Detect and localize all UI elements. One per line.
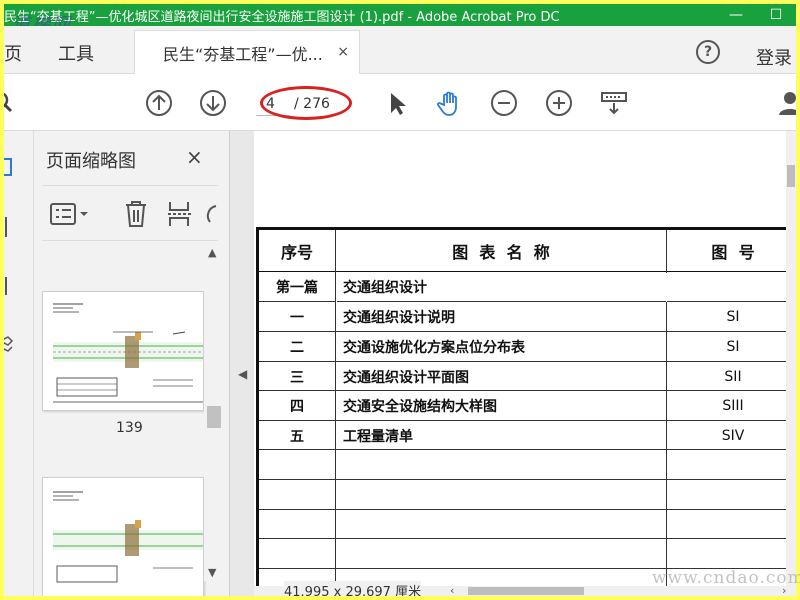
scrollbar-thumb[interactable] <box>207 406 221 428</box>
scrollbar-thumb[interactable] <box>468 587 584 595</box>
pdf-page: 序号 图 表 名 称 图 号 第一篇 交通组织设计 一 交通组织设计说明 SI … <box>254 131 796 590</box>
tab-document-label: 民生“夯基工程”—优... <box>163 44 323 64</box>
rotate-icon[interactable] <box>204 200 218 228</box>
navigation-strip <box>4 131 34 596</box>
row-name: 交通组织设计说明 <box>343 310 455 326</box>
hand-tool-icon[interactable] <box>436 89 464 117</box>
help-icon[interactable]: ? <box>696 40 720 64</box>
row-index: 五 <box>290 428 304 445</box>
window-title: 民生“夯基工程”—优化城区道路夜间出行安全设施施工图设计 (1).pdf - A… <box>4 9 560 25</box>
extract-pages-icon[interactable] <box>166 198 194 230</box>
layers-icon[interactable] <box>4 335 14 357</box>
minimize-button[interactable]: — <box>716 7 756 23</box>
page-nav-icon[interactable] <box>4 215 14 239</box>
attachment-icon[interactable] <box>4 275 14 297</box>
table-row-empty <box>259 540 796 569</box>
table-row-empty <box>259 481 796 510</box>
scroll-right-icon[interactable]: › <box>782 584 786 596</box>
tab-tools[interactable]: 工具 <box>58 40 94 66</box>
maximize-button[interactable]: ☐ <box>756 7 796 23</box>
table-row: 一 交通组织设计说明 SI <box>259 303 796 332</box>
previous-page-icon[interactable] <box>145 89 173 117</box>
scroll-mode-icon[interactable] <box>600 89 628 117</box>
thumbnail-options-icon[interactable] <box>48 200 92 228</box>
row-code: SIII <box>722 398 744 414</box>
row-code: SI <box>726 339 740 355</box>
panel-splitter[interactable]: ◀ <box>230 131 254 596</box>
select-cursor-icon[interactable] <box>384 89 412 117</box>
row-index: 三 <box>290 369 304 386</box>
row-name: 工程量清单 <box>343 428 413 445</box>
header-code: 图 号 <box>711 242 755 262</box>
thumbnail-drawing <box>53 303 203 403</box>
section-name: 交通组织设计 <box>343 280 427 296</box>
scrollbar-thumb[interactable] <box>787 165 795 187</box>
zoom-out-icon[interactable] <box>490 89 518 117</box>
search-icon[interactable] <box>4 89 20 117</box>
scroll-left-icon[interactable]: ‹ <box>450 584 454 596</box>
table-row-empty <box>259 511 796 539</box>
page-size-label: 41.995 x 29.697 厘米 <box>284 581 422 596</box>
zoom-in-icon[interactable] <box>545 89 573 117</box>
table-row: 三 交通组织设计平面图 SII <box>259 363 796 391</box>
table-row-empty <box>259 451 796 480</box>
next-page-icon[interactable] <box>199 89 227 117</box>
scroll-up-icon[interactable]: ▲ <box>208 246 216 259</box>
account-icon[interactable] <box>776 89 796 117</box>
tab-document[interactable]: 民生“夯基工程”—优... × <box>134 30 360 74</box>
row-code: SI <box>726 309 740 325</box>
thumbnail-page-139[interactable] <box>42 291 204 411</box>
row-name: 交通组织设计平面图 <box>343 369 469 386</box>
delete-icon[interactable] <box>122 198 150 230</box>
row-index: 四 <box>290 399 304 415</box>
thumbnail-scrollbar[interactable]: ▲ ▼ <box>204 246 224 581</box>
section-index: 第一篇 <box>276 280 318 296</box>
table-row: 五 工程量清单 SIV <box>259 422 796 450</box>
page-thumbnails-panel: 页面缩略图 × 139 ▲ ▼ <box>34 131 230 596</box>
red-annotation-ellipse <box>260 86 352 120</box>
close-tab-icon[interactable]: × <box>337 44 349 60</box>
row-name: 交通设施优化方案点位分布表 <box>343 340 525 356</box>
tab-bar: 主页 工具 民生“夯基工程”—优... × ? 登录 <box>4 26 796 74</box>
table-row: 四 交通安全设施结构大样图 SIII <box>259 392 796 421</box>
table-section-row: 第一篇 交通组织设计 <box>259 273 796 302</box>
section-merge-mask <box>336 273 337 302</box>
table-header-row: 序号 图 表 名 称 图 号 <box>259 230 796 272</box>
scroll-down-icon[interactable]: ▼ <box>208 566 216 579</box>
toolbar: 4 / 276 <box>4 74 796 131</box>
acrobat-window: 民生“夯基工程”—优化城区道路夜间出行安全设施施工图设计 (1).pdf - A… <box>4 4 796 596</box>
drawing-index-table: 序号 图 表 名 称 图 号 第一篇 交通组织设计 一 交通组织设计说明 SI … <box>256 227 796 590</box>
thumbnail-page-next[interactable] <box>42 477 204 596</box>
row-code: SIV <box>721 427 745 444</box>
table-row: 二 交通设施优化方案点位分布表 SI <box>259 333 796 362</box>
header-name: 图 表 名 称 <box>452 242 550 262</box>
bookmark-icon[interactable] <box>4 157 14 177</box>
row-name: 交通安全设施结构大样图 <box>343 399 497 415</box>
thumbnail-label-139: 139 <box>116 420 143 436</box>
row-index: 二 <box>290 340 304 356</box>
title-bar: 民生“夯基工程”—优化城区道路夜间出行安全设施施工图设计 (1).pdf - A… <box>4 4 796 26</box>
login-button[interactable]: 登录 <box>756 44 792 70</box>
document-view[interactable]: 序号 图 表 名 称 图 号 第一篇 交通组织设计 一 交通组织设计说明 SI … <box>254 131 796 596</box>
row-code: SII <box>724 368 742 385</box>
tab-home[interactable]: 主页 <box>4 40 22 66</box>
panel-title: 页面缩略图 <box>46 151 136 172</box>
close-panel-icon[interactable]: × <box>186 145 203 169</box>
header-index: 序号 <box>280 242 313 262</box>
collapse-panel-icon[interactable]: ◀ <box>238 367 247 381</box>
thumbnail-drawing <box>53 491 203 583</box>
row-index: 一 <box>290 310 304 326</box>
panel-toolbar <box>42 185 218 241</box>
section-merge-mask <box>666 273 667 302</box>
document-vertical-scrollbar[interactable] <box>786 131 796 586</box>
